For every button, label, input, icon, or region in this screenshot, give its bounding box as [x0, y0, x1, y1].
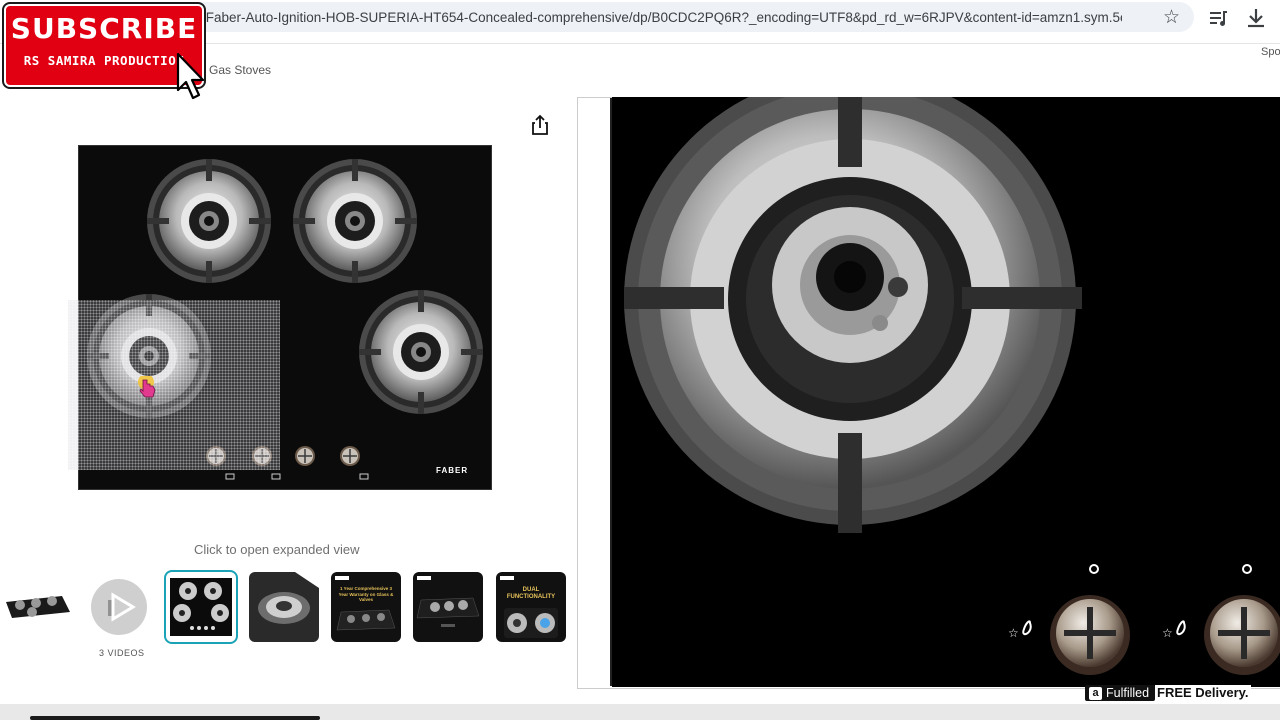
- warranty-caption: 1 Year Comprehensive 3 Year Warranty on …: [338, 586, 394, 602]
- thumbnail-video[interactable]: [84, 572, 154, 642]
- zoom-lens[interactable]: [68, 300, 280, 470]
- video-play-icon: [91, 579, 147, 635]
- thumbnail-dual-image: [500, 576, 558, 638]
- thumbnail-product-dark[interactable]: [413, 572, 483, 642]
- address-bar[interactable]: /Faber-Auto-Ignition-HOB-SUPERIA-HT654-C…: [150, 2, 1194, 32]
- fulfilled-label: Fulfilled: [1106, 686, 1150, 700]
- thumbnail-product-dark-image: [416, 576, 480, 627]
- hand-cursor-icon: [138, 376, 156, 398]
- sponsored-label: Spo: [1261, 46, 1280, 58]
- subscribe-button[interactable]: SUBSCRIBE RS SAMIRA PRODUCTION: [4, 4, 204, 87]
- subscribe-title: SUBSCRIBE: [10, 12, 198, 45]
- expand-hint: Click to open expanded view: [194, 542, 360, 557]
- download-icon[interactable]: [1243, 5, 1269, 31]
- thumbnail-warranty-image: [335, 576, 396, 631]
- zoom-panel-edge: [578, 98, 612, 686]
- thumbnail-cooktop-image: [170, 578, 232, 636]
- subscribe-channel-name: RS SAMIRA PRODUCTION: [23, 53, 185, 68]
- share-icon[interactable]: [528, 113, 552, 137]
- thumbnail-dual-functionality[interactable]: DUAL FUNCTIONALITY: [496, 572, 566, 642]
- reading-list-icon[interactable]: [1206, 5, 1232, 31]
- svg-text:☆: ☆: [1162, 626, 1173, 640]
- amazon-a-icon: a: [1089, 687, 1102, 701]
- fulfilled-badge: a Fulfilled: [1085, 685, 1156, 702]
- zoomed-burner-image: ☆ ☆: [624, 97, 1280, 675]
- thumbnail-burner-closeup[interactable]: [249, 572, 319, 642]
- scrollbar-thumb[interactable]: [30, 716, 320, 720]
- thumbnail-warranty[interactable]: 1 Year Comprehensive 3 Year Warranty on …: [331, 572, 401, 642]
- thumbnail-burner-image: [249, 572, 319, 642]
- breadcrumb[interactable]: Gas Stoves: [209, 63, 271, 77]
- url-text[interactable]: /Faber-Auto-Ignition-HOB-SUPERIA-HT654-C…: [202, 10, 1122, 25]
- brand-mark: FABER: [436, 466, 469, 475]
- thumbnail-product-image: [6, 596, 70, 618]
- thumbnail-product[interactable]: [2, 572, 72, 642]
- thumbnail-product-top[interactable]: [166, 572, 236, 642]
- zoom-image: ☆ ☆: [612, 97, 1280, 687]
- svg-text:☆: ☆: [1008, 626, 1019, 640]
- dual-caption: DUAL FUNCTIONALITY: [506, 587, 556, 600]
- star-icon[interactable]: ☆: [1163, 6, 1180, 29]
- mouse-pointer-icon: [176, 52, 205, 100]
- videos-count-label: 3 VIDEOS: [99, 648, 145, 658]
- free-delivery-label: FREE Delivery.: [1155, 685, 1251, 700]
